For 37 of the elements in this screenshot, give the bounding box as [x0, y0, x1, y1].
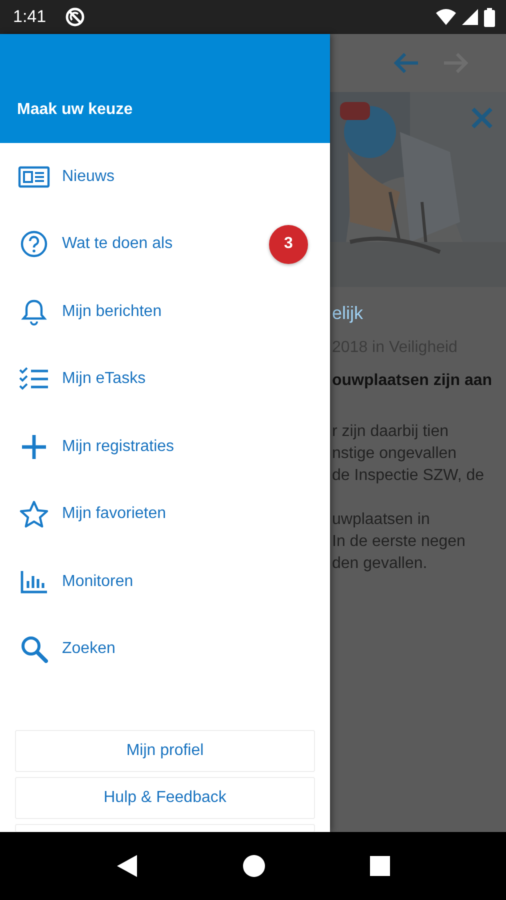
article-title: elijk	[332, 302, 364, 324]
menu-item[interactable]: Monitoren	[0, 548, 330, 616]
home-icon[interactable]	[243, 855, 265, 877]
recents-icon[interactable]	[370, 856, 390, 876]
article-lead: ouwplaatsen zijn aan	[332, 371, 494, 391]
do-not-disturb-icon	[64, 6, 86, 28]
plus-icon	[21, 434, 47, 460]
checklist-icon	[19, 367, 49, 392]
menu-item[interactable]: Nieuws	[0, 143, 330, 210]
menu-item[interactable]: Mijn favorieten	[0, 480, 330, 548]
menu-button[interactable]: Mijn profiel	[15, 730, 315, 772]
menu-item[interactable]: Mijn registraties	[0, 413, 330, 480]
menu-item[interactable]: Mijn eTasks	[0, 346, 330, 413]
article-text: In de eerste negen	[332, 532, 466, 552]
menu-item[interactable]: Mijn berichten	[0, 278, 330, 346]
back-icon[interactable]	[116, 854, 138, 878]
article-text: nstige ongevallen	[332, 444, 458, 464]
bell-icon	[21, 298, 47, 326]
star-icon	[19, 500, 49, 528]
menu-item[interactable]: Wat te doen als 3	[0, 210, 330, 278]
help-icon	[20, 230, 48, 258]
close-icon[interactable]	[471, 107, 493, 129]
count-badge: 3	[269, 224, 308, 264]
article-text: de Inspectie SZW, de	[332, 466, 486, 486]
menu-item[interactable]: Zoeken	[0, 616, 330, 683]
clock: 1:41	[13, 7, 46, 27]
drawer-title: Maak uw keuze	[17, 101, 133, 119]
bar-chart-icon	[20, 570, 48, 594]
search-icon	[20, 635, 48, 664]
wifi-icon	[436, 9, 456, 25]
newspaper-icon	[18, 166, 50, 188]
article-text: den gevallen.	[332, 554, 428, 574]
menu-button[interactable]: Hulp & Feedback	[15, 777, 315, 819]
signal-icon	[462, 9, 478, 25]
back-arrow-icon[interactable]	[393, 52, 419, 74]
article-text: uwplaatsen in	[332, 510, 431, 530]
battery-icon	[484, 8, 495, 26]
